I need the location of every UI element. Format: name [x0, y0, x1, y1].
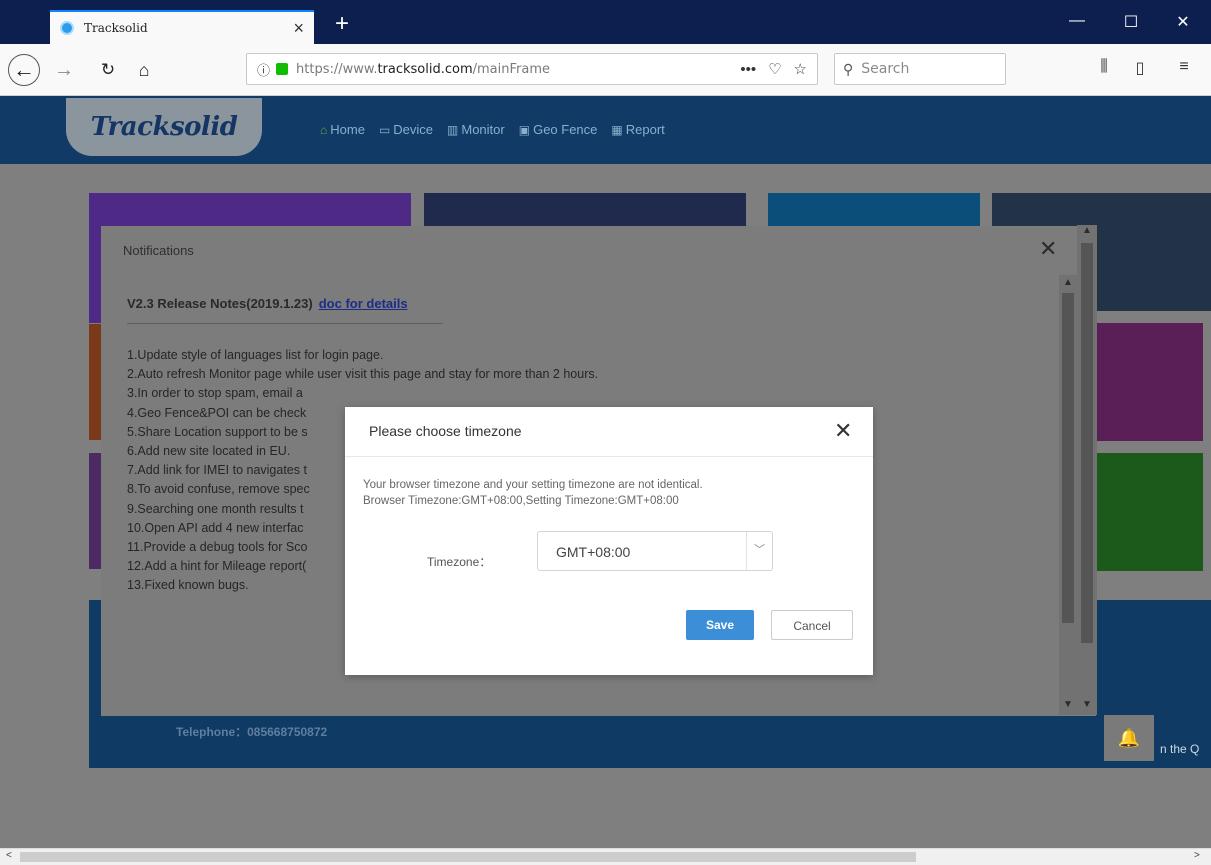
divider [127, 323, 443, 324]
list-item: 3.In order to stop spam, email a [127, 386, 303, 401]
search-box[interactable]: ⚲ [834, 53, 1006, 85]
notifications-outer-scrollbar[interactable]: ▲ ▼ [1077, 225, 1097, 715]
telephone-text: Telephone：085668750872 [176, 725, 328, 739]
save-button[interactable]: Save [686, 610, 754, 640]
close-icon[interactable]: ✕ [1039, 236, 1057, 262]
pocket-icon[interactable]: ♡ [768, 60, 781, 78]
scroll-thumb[interactable] [20, 852, 916, 862]
doc-details-link[interactable]: doc for details [319, 296, 408, 311]
notifications-header: Notifications ✕ [101, 226, 1096, 274]
nav-device[interactable]: ▭ Device [379, 122, 433, 137]
tracksolid-favicon-icon [60, 21, 74, 35]
tab-close-icon[interactable]: × [293, 18, 304, 39]
reload-icon[interactable]: ↻ [92, 54, 124, 86]
timezone-label: Timezone： [427, 555, 492, 569]
app-header: Tracksolid ⌂ Home ▭ Device ▥ Monitor ▣ Geo F… [0, 96, 1211, 164]
timezone-message: Your browser timezone and your setting t… [363, 479, 703, 507]
bell-icon[interactable]: 🔔 [1104, 715, 1154, 761]
search-icon: ⚲ [843, 60, 854, 77]
cancel-button[interactable]: Cancel [771, 610, 853, 640]
dashboard-tile-magenta[interactable] [1096, 323, 1203, 441]
dashboard-tile-green[interactable] [1096, 453, 1203, 571]
url-text[interactable]: https://www.tracksolid.com/mainFrame [296, 62, 728, 77]
list-item: 2.Auto refresh Monitor page while user v… [127, 367, 599, 382]
url-bar[interactable]: ⓘ https://www.tracksolid.com/mainFrame •… [246, 53, 818, 85]
back-icon[interactable]: ← [8, 54, 40, 86]
nav-home[interactable]: ⌂ Home [320, 122, 365, 137]
page-actions-icon[interactable]: ••• [740, 61, 756, 78]
sidebar-icon[interactable]: ▯ [1128, 58, 1152, 78]
scroll-up-icon[interactable]: ▲ [1061, 277, 1075, 288]
library-icon[interactable]: ⫼ [1092, 58, 1116, 76]
maximize-icon[interactable]: ☐ [1108, 12, 1154, 32]
geofence-icon: ▣ [518, 122, 531, 137]
minimize-icon[interactable]: — [1054, 12, 1100, 30]
tracksolid-logo[interactable]: Tracksolid [66, 98, 262, 156]
home-icon[interactable]: ⌂ [128, 54, 160, 86]
scroll-down-icon[interactable]: ▼ [1061, 699, 1075, 710]
browser-tab-bar: Tracksolid × + — ☐ ✕ [0, 0, 1211, 44]
map-icon: ▥ [447, 122, 459, 137]
scroll-thumb[interactable] [1081, 243, 1093, 643]
lock-icon [276, 63, 289, 75]
timezone-selected-value: GMT+08:00 [556, 544, 631, 560]
timezone-dialog-header: Please choose timezone ✕ [345, 407, 873, 457]
nav-monitor[interactable]: ▥ Monitor [447, 122, 505, 137]
star-icon[interactable]: ☆ [794, 60, 807, 78]
forward-icon[interactable]: → [48, 54, 80, 86]
scroll-thumb[interactable] [1062, 293, 1074, 623]
nav-geo-fence[interactable]: ▣ Geo Fence [519, 122, 598, 137]
menu-icon[interactable]: ≡ [1172, 58, 1196, 76]
horizontal-scrollbar[interactable]: < > [0, 848, 1211, 865]
qr-caption: n the Q [1160, 742, 1200, 756]
scroll-up-icon[interactable]: ▲ [1080, 225, 1094, 236]
main-nav: ⌂ Home ▭ Device ▥ Monitor ▣ Geo Fence ▦ Repor… [320, 122, 665, 137]
nav-report[interactable]: ▦ Report [611, 122, 664, 137]
notifications-inner-scrollbar[interactable]: ▲ ▼ [1059, 275, 1077, 715]
browser-toolbar: ← → ↻ ⌂ ⓘ https://www.tracksolid.com/mai… [0, 44, 1211, 96]
dashboard-tile-violet[interactable] [89, 453, 101, 569]
new-tab-button[interactable]: + [328, 10, 356, 40]
tab-title: Tracksolid [84, 21, 148, 35]
scroll-right-icon[interactable]: > [1194, 850, 1200, 861]
timezone-select[interactable]: GMT+08:00 ﹀ [537, 531, 773, 571]
search-input[interactable] [861, 61, 992, 77]
device-icon: ▭ [378, 122, 391, 137]
browser-tab[interactable]: Tracksolid × [50, 10, 314, 44]
dashboard-tile-orange[interactable] [89, 324, 101, 440]
report-icon: ▦ [611, 122, 623, 137]
scroll-down-icon[interactable]: ▼ [1080, 699, 1094, 710]
notifications-title: Notifications [123, 243, 194, 258]
chevron-down-icon[interactable]: ﹀ [746, 532, 772, 570]
list-item: 1.Update style of languages list for log… [127, 348, 384, 362]
window-close-icon[interactable]: ✕ [1160, 12, 1206, 32]
close-icon[interactable]: ✕ [834, 418, 852, 444]
home-icon: ⌂ [320, 122, 328, 137]
timezone-dialog-title: Please choose timezone [369, 423, 522, 439]
release-notes-title: V2.3 Release Notes(2019.1.23) doc for det… [127, 296, 408, 311]
info-icon[interactable]: ⓘ [257, 60, 270, 79]
scroll-left-icon[interactable]: < [6, 850, 12, 861]
